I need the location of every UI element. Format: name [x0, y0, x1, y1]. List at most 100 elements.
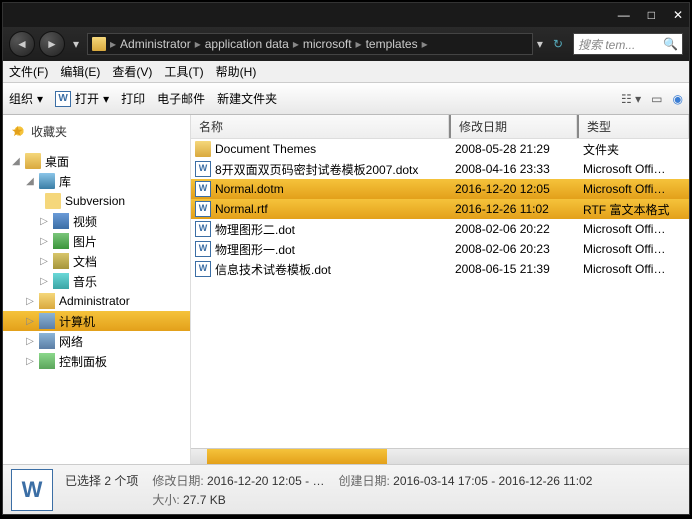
folder-icon	[92, 37, 106, 51]
horizontal-scrollbar[interactable]	[191, 448, 689, 464]
history-dropdown[interactable]: ▾	[69, 37, 83, 51]
email-button[interactable]: 电子邮件	[157, 90, 205, 107]
tree-videos[interactable]: ▷视频	[3, 211, 190, 231]
chevron-down-icon: ▾	[103, 92, 109, 106]
breadcrumb-segment[interactable]: application data	[205, 37, 289, 51]
file-row[interactable]: 物理图形一.dot2008-02-06 20:23Microsoft Offi…	[191, 239, 689, 259]
expand-icon[interactable]: ▷	[39, 256, 49, 267]
expand-icon[interactable]: ▷	[25, 356, 35, 367]
tree-computer[interactable]: ▷计算机	[3, 311, 190, 331]
file-row[interactable]: 8开双面双页码密封试卷模板2007.dotx2008-04-16 23:33Mi…	[191, 159, 689, 179]
status-bar: W 已选择 2 个项 修改日期: 2016-12-20 12:05 - … 创建…	[3, 464, 689, 514]
folder-icon	[195, 141, 211, 157]
selected-count: 已选择 2 个项	[65, 472, 138, 489]
expand-icon[interactable]: ▷	[25, 296, 35, 307]
titlebar: — □ ✕	[3, 3, 689, 27]
file-row[interactable]: Normal.dotm2016-12-20 12:05Microsoft Off…	[191, 179, 689, 199]
file-date: 2008-02-06 20:23	[455, 242, 583, 256]
file-date: 2016-12-20 12:05	[455, 182, 583, 196]
network-icon	[39, 333, 55, 349]
word-icon	[195, 221, 211, 237]
file-type: RTF 富文本格式	[583, 201, 689, 218]
chevron-right-icon: ▸	[195, 37, 201, 51]
tree-music[interactable]: ▷音乐	[3, 271, 190, 291]
back-button[interactable]: ◄	[9, 31, 35, 57]
file-name: Normal.dotm	[215, 182, 455, 196]
mod-date-label: 修改日期:	[152, 474, 203, 488]
tree-libraries[interactable]: ◢库	[3, 171, 190, 191]
column-type[interactable]: 类型	[577, 115, 689, 138]
maximize-button[interactable]: □	[648, 8, 655, 22]
word-icon: W	[11, 469, 53, 511]
column-name[interactable]: 名称	[191, 115, 449, 138]
collapse-icon[interactable]: ◢	[25, 176, 35, 187]
file-type: 文件夹	[583, 141, 689, 158]
column-date[interactable]: 修改日期	[449, 115, 577, 138]
tree-admin[interactable]: ▷Administrator	[3, 291, 190, 311]
scrollbar-thumb[interactable]	[207, 449, 387, 464]
file-name: Document Themes	[215, 142, 455, 156]
view-options-button[interactable]: ☷ ▾	[621, 92, 641, 106]
file-date: 2008-06-15 21:39	[455, 262, 583, 276]
menu-help[interactable]: 帮助(H)	[216, 63, 257, 80]
favorites-header[interactable]: 收藏夹	[3, 121, 190, 141]
file-row[interactable]: Document Themes2008-05-28 21:29文件夹	[191, 139, 689, 159]
menu-tools[interactable]: 工具(T)	[164, 63, 203, 80]
folder-icon	[45, 193, 61, 209]
minimize-button[interactable]: —	[618, 8, 630, 22]
file-date: 2008-05-28 21:29	[455, 142, 583, 156]
create-date-label: 创建日期:	[338, 474, 389, 488]
file-name: 8开双面双页码密封试卷模板2007.dotx	[215, 161, 455, 178]
collapse-icon[interactable]: ◢	[11, 156, 21, 167]
video-icon	[53, 213, 69, 229]
tree-network[interactable]: ▷网络	[3, 331, 190, 351]
document-icon	[53, 253, 69, 269]
print-button[interactable]: 打印	[121, 90, 145, 107]
tree-desktop[interactable]: ◢桌面	[3, 151, 190, 171]
expand-icon[interactable]: ▷	[25, 316, 35, 327]
expand-icon[interactable]: ▷	[25, 336, 35, 347]
chevron-right-icon: ▸	[293, 37, 299, 51]
status-info: 已选择 2 个项 修改日期: 2016-12-20 12:05 - … 创建日期…	[65, 472, 592, 508]
breadcrumb-segment[interactable]: Administrator	[120, 37, 191, 51]
toolbar-right: ☷ ▾ ▭ ◉	[621, 92, 683, 106]
help-button[interactable]: ◉	[673, 92, 683, 106]
expand-icon[interactable]: ▷	[39, 236, 49, 247]
control-panel-icon	[39, 353, 55, 369]
word-icon: W	[55, 91, 71, 107]
tree-documents[interactable]: ▷文档	[3, 251, 190, 271]
toolbar: 组织 ▾ W打开 ▾ 打印 电子邮件 新建文件夹 ☷ ▾ ▭ ◉	[3, 83, 689, 115]
file-row[interactable]: 信息技术试卷模板.dot2008-06-15 21:39Microsoft Of…	[191, 259, 689, 279]
expand-icon[interactable]: ▷	[39, 216, 49, 227]
file-date: 2008-02-06 20:22	[455, 222, 583, 236]
tree-pictures[interactable]: ▷图片	[3, 231, 190, 251]
file-type: Microsoft Offi…	[583, 242, 689, 256]
file-row[interactable]: Normal.rtf2016-12-26 11:02RTF 富文本格式	[191, 199, 689, 219]
breadcrumb[interactable]: ▸ Administrator ▸ application data ▸ mic…	[87, 33, 533, 55]
music-icon	[53, 273, 69, 289]
menu-file[interactable]: 文件(F)	[9, 63, 48, 80]
organize-button[interactable]: 组织 ▾	[9, 90, 43, 107]
file-date: 2008-04-16 23:33	[455, 162, 583, 176]
chevron-right-icon: ▸	[110, 37, 116, 51]
file-list[interactable]: Document Themes2008-05-28 21:29文件夹8开双面双页…	[191, 139, 689, 448]
tree-subversion[interactable]: Subversion	[3, 191, 190, 211]
close-button[interactable]: ✕	[673, 8, 683, 22]
chevron-down-icon: ▾	[37, 92, 43, 106]
tree-control-panel[interactable]: ▷控制面板	[3, 351, 190, 371]
search-input[interactable]: 搜索 tem... 🔍	[573, 33, 683, 55]
new-folder-button[interactable]: 新建文件夹	[217, 90, 277, 107]
open-button[interactable]: W打开 ▾	[55, 90, 109, 107]
computer-icon	[39, 313, 55, 329]
star-icon	[11, 123, 27, 139]
breadcrumb-segment[interactable]: microsoft	[303, 37, 352, 51]
forward-button[interactable]: ►	[39, 31, 65, 57]
file-row[interactable]: 物理图形二.dot2008-02-06 20:22Microsoft Offi…	[191, 219, 689, 239]
chevron-down-icon[interactable]: ▾	[537, 37, 543, 51]
expand-icon[interactable]: ▷	[39, 276, 49, 287]
breadcrumb-segment[interactable]: templates	[366, 37, 418, 51]
preview-pane-button[interactable]: ▭	[651, 92, 662, 106]
menu-view[interactable]: 查看(V)	[112, 63, 152, 80]
menu-edit[interactable]: 编辑(E)	[60, 63, 100, 80]
refresh-button[interactable]: ↻	[553, 37, 563, 51]
